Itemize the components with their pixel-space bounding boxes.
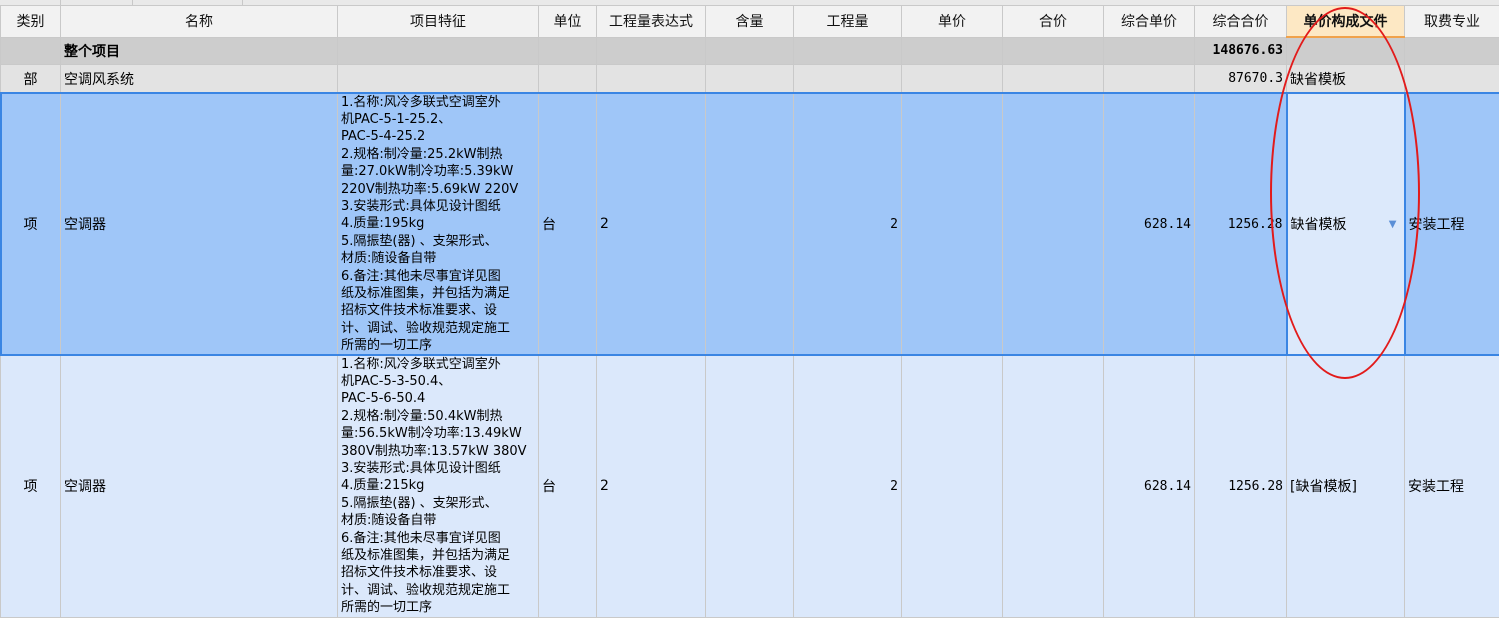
- item-content[interactable]: [706, 355, 794, 617]
- feature-line: 6.备注:其他未尽事宜详见图: [341, 530, 535, 547]
- item-unit-price[interactable]: [902, 93, 1003, 355]
- item-name[interactable]: 空调器: [61, 355, 338, 617]
- col-header-price-template[interactable]: 单价构成文件: [1287, 6, 1405, 38]
- total-composite-total: 148676.63: [1195, 37, 1287, 65]
- col-header-composite-total[interactable]: 综合合价: [1195, 6, 1287, 38]
- feature-line: 2.规格:制冷量:25.2kW制热: [341, 146, 535, 163]
- feature-line: 所需的一切工序: [341, 599, 535, 616]
- item-features[interactable]: 1.名称:风冷多联式空调室外 机PAC-5-3-50.4、 PAC-5-6-50…: [338, 355, 539, 617]
- feature-line: PAC-5-4-25.2: [341, 128, 535, 145]
- table-row-section[interactable]: 部 空调风系统 87670.3 缺省模板: [1, 65, 1499, 94]
- feature-line: 3.安装形式:具体见设计图纸: [341, 198, 535, 215]
- feature-line: 2.规格:制冷量:50.4kW制热: [341, 408, 535, 425]
- feature-line: 380V制热功率:13.57kW 380V: [341, 443, 535, 460]
- feature-line: 4.质量:195kg: [341, 215, 535, 232]
- feature-line: 量:27.0kW制冷功率:5.39kW: [341, 163, 535, 180]
- table-row-item[interactable]: 项 空调器 1.名称:风冷多联式空调室外 机PAC-5-3-50.4、 PAC-…: [1, 355, 1499, 617]
- feature-line: 计、调试、验收规范规定施工: [341, 582, 535, 599]
- item-fee-specialty[interactable]: 安装工程: [1405, 355, 1499, 617]
- item-qty[interactable]: 2: [794, 355, 902, 617]
- col-header-content[interactable]: 含量: [706, 6, 794, 38]
- bill-of-quantities-grid: 类别 名称 项目特征 单位 工程量表达式 含量 工程量 单价 合价 综合单价 综…: [0, 5, 1499, 618]
- feature-line: 计、调试、验收规范规定施工: [341, 320, 535, 337]
- item-qty-expr[interactable]: 2: [597, 93, 706, 355]
- item-composite-total: 1256.28: [1195, 355, 1287, 617]
- item-qty-expr[interactable]: 2: [597, 355, 706, 617]
- item-unit-price[interactable]: [902, 355, 1003, 617]
- feature-line: 4.质量:215kg: [341, 477, 535, 494]
- col-header-qty-expr[interactable]: 工程量表达式: [597, 6, 706, 38]
- col-header-qty[interactable]: 工程量: [794, 6, 902, 38]
- col-header-features[interactable]: 项目特征: [338, 6, 539, 38]
- item-qty[interactable]: 2: [794, 93, 902, 355]
- col-header-name[interactable]: 名称: [61, 6, 338, 38]
- feature-line: 1.名称:风冷多联式空调室外: [341, 94, 535, 111]
- header-row: 类别 名称 项目特征 单位 工程量表达式 含量 工程量 单价 合价 综合单价 综…: [1, 6, 1499, 38]
- section-template[interactable]: 缺省模板: [1287, 65, 1405, 94]
- feature-line: 5.隔振垫(器) 、支架形式、: [341, 233, 535, 250]
- feature-line: 招标文件技术标准要求、设: [341, 564, 535, 581]
- feature-line: 所需的一切工序: [341, 337, 535, 354]
- price-template-dropdown[interactable]: 缺省模板 ▼: [1287, 93, 1405, 355]
- item-type: 项: [1, 93, 61, 355]
- item-unit[interactable]: 台: [539, 93, 597, 355]
- chevron-down-icon[interactable]: ▼: [1389, 219, 1397, 230]
- col-header-unit-price[interactable]: 单价: [902, 6, 1003, 38]
- feature-line: 机PAC-5-3-50.4、: [341, 373, 535, 390]
- col-header-amount[interactable]: 合价: [1003, 6, 1104, 38]
- feature-line: 材质:随设备自带: [341, 512, 535, 529]
- feature-line: 纸及标准图集，并包括为满足: [341, 547, 535, 564]
- feature-line: 量:56.5kW制冷功率:13.49kW: [341, 425, 535, 442]
- feature-line: 招标文件技术标准要求、设: [341, 302, 535, 319]
- col-header-type[interactable]: 类别: [1, 6, 61, 38]
- item-amount: [1003, 355, 1104, 617]
- feature-line: 5.隔振垫(器) 、支架形式、: [341, 495, 535, 512]
- feature-line: PAC-5-6-50.4: [341, 390, 535, 407]
- item-unit[interactable]: 台: [539, 355, 597, 617]
- feature-line: 3.安装形式:具体见设计图纸: [341, 460, 535, 477]
- col-header-fee-specialty[interactable]: 取费专业: [1405, 6, 1499, 38]
- item-amount: [1003, 93, 1104, 355]
- item-composite-unit-price: 628.14: [1104, 93, 1195, 355]
- feature-line: 机PAC-5-1-25.2、: [341, 111, 535, 128]
- total-name: 整个项目: [61, 37, 338, 65]
- item-features[interactable]: 1.名称:风冷多联式空调室外 机PAC-5-1-25.2、 PAC-5-4-25…: [338, 93, 539, 355]
- table-row-item[interactable]: 项 空调器 1.名称:风冷多联式空调室外 机PAC-5-1-25.2、 PAC-…: [1, 93, 1499, 355]
- price-template-value: 缺省模板: [1291, 214, 1347, 234]
- feature-line: 6.备注:其他未尽事宜详见图: [341, 268, 535, 285]
- section-type: 部: [1, 65, 61, 94]
- feature-line: 材质:随设备自带: [341, 250, 535, 267]
- feature-line: 纸及标准图集，并包括为满足: [341, 285, 535, 302]
- section-name: 空调风系统: [61, 65, 338, 94]
- table-row-total[interactable]: 整个项目 148676.63: [1, 37, 1499, 65]
- item-name[interactable]: 空调器: [61, 93, 338, 355]
- item-type: 项: [1, 355, 61, 617]
- item-fee-specialty[interactable]: 安装工程: [1405, 93, 1499, 355]
- col-header-composite-unit-price[interactable]: 综合单价: [1104, 6, 1195, 38]
- item-composite-unit-price: 628.14: [1104, 355, 1195, 617]
- col-header-unit[interactable]: 单位: [539, 6, 597, 38]
- feature-line: 220V制热功率:5.69kW 220V: [341, 181, 535, 198]
- item-content[interactable]: [706, 93, 794, 355]
- price-template-cell[interactable]: [缺省模板]: [1287, 355, 1405, 617]
- feature-line: 1.名称:风冷多联式空调室外: [341, 356, 535, 373]
- section-composite-total: 87670.3: [1195, 65, 1287, 94]
- item-composite-total: 1256.28: [1195, 93, 1287, 355]
